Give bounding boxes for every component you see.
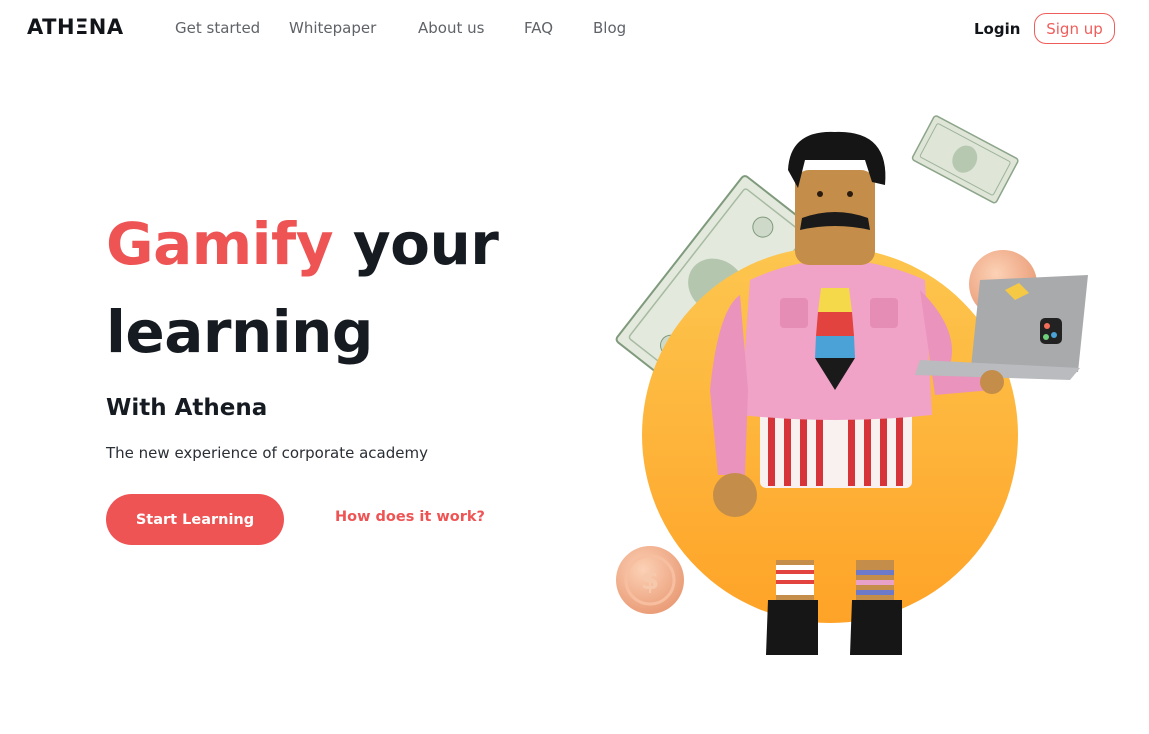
start-learning-button[interactable]: Start Learning [106,494,284,545]
hero-headline: Gamify your learning [106,200,499,376]
nav-blog[interactable]: Blog [593,19,626,37]
hero-illustration: $ [540,90,1120,670]
headline-rest: your [352,210,499,278]
coin-icon: $ [616,546,684,614]
hero-subheading: With Athena [106,395,268,421]
headline-line2: learning [106,298,373,366]
svg-text:$: $ [641,566,659,596]
nav-get-started[interactable]: Get started [175,19,260,37]
nav-faq[interactable]: FAQ [524,19,553,37]
signup-button[interactable]: Sign up [1034,13,1115,44]
nav-about-us[interactable]: About us [418,19,484,37]
brand-logo[interactable]: ATHΞNA [27,15,124,39]
how-it-works-link[interactable]: How does it work? [335,509,485,525]
login-link[interactable]: Login [974,20,1020,38]
hero-tagline: The new experience of corporate academy [106,444,428,462]
dollar-bill-small-icon [911,115,1019,204]
headline-accent: Gamify [106,210,334,278]
nav-whitepaper[interactable]: Whitepaper [289,19,376,37]
